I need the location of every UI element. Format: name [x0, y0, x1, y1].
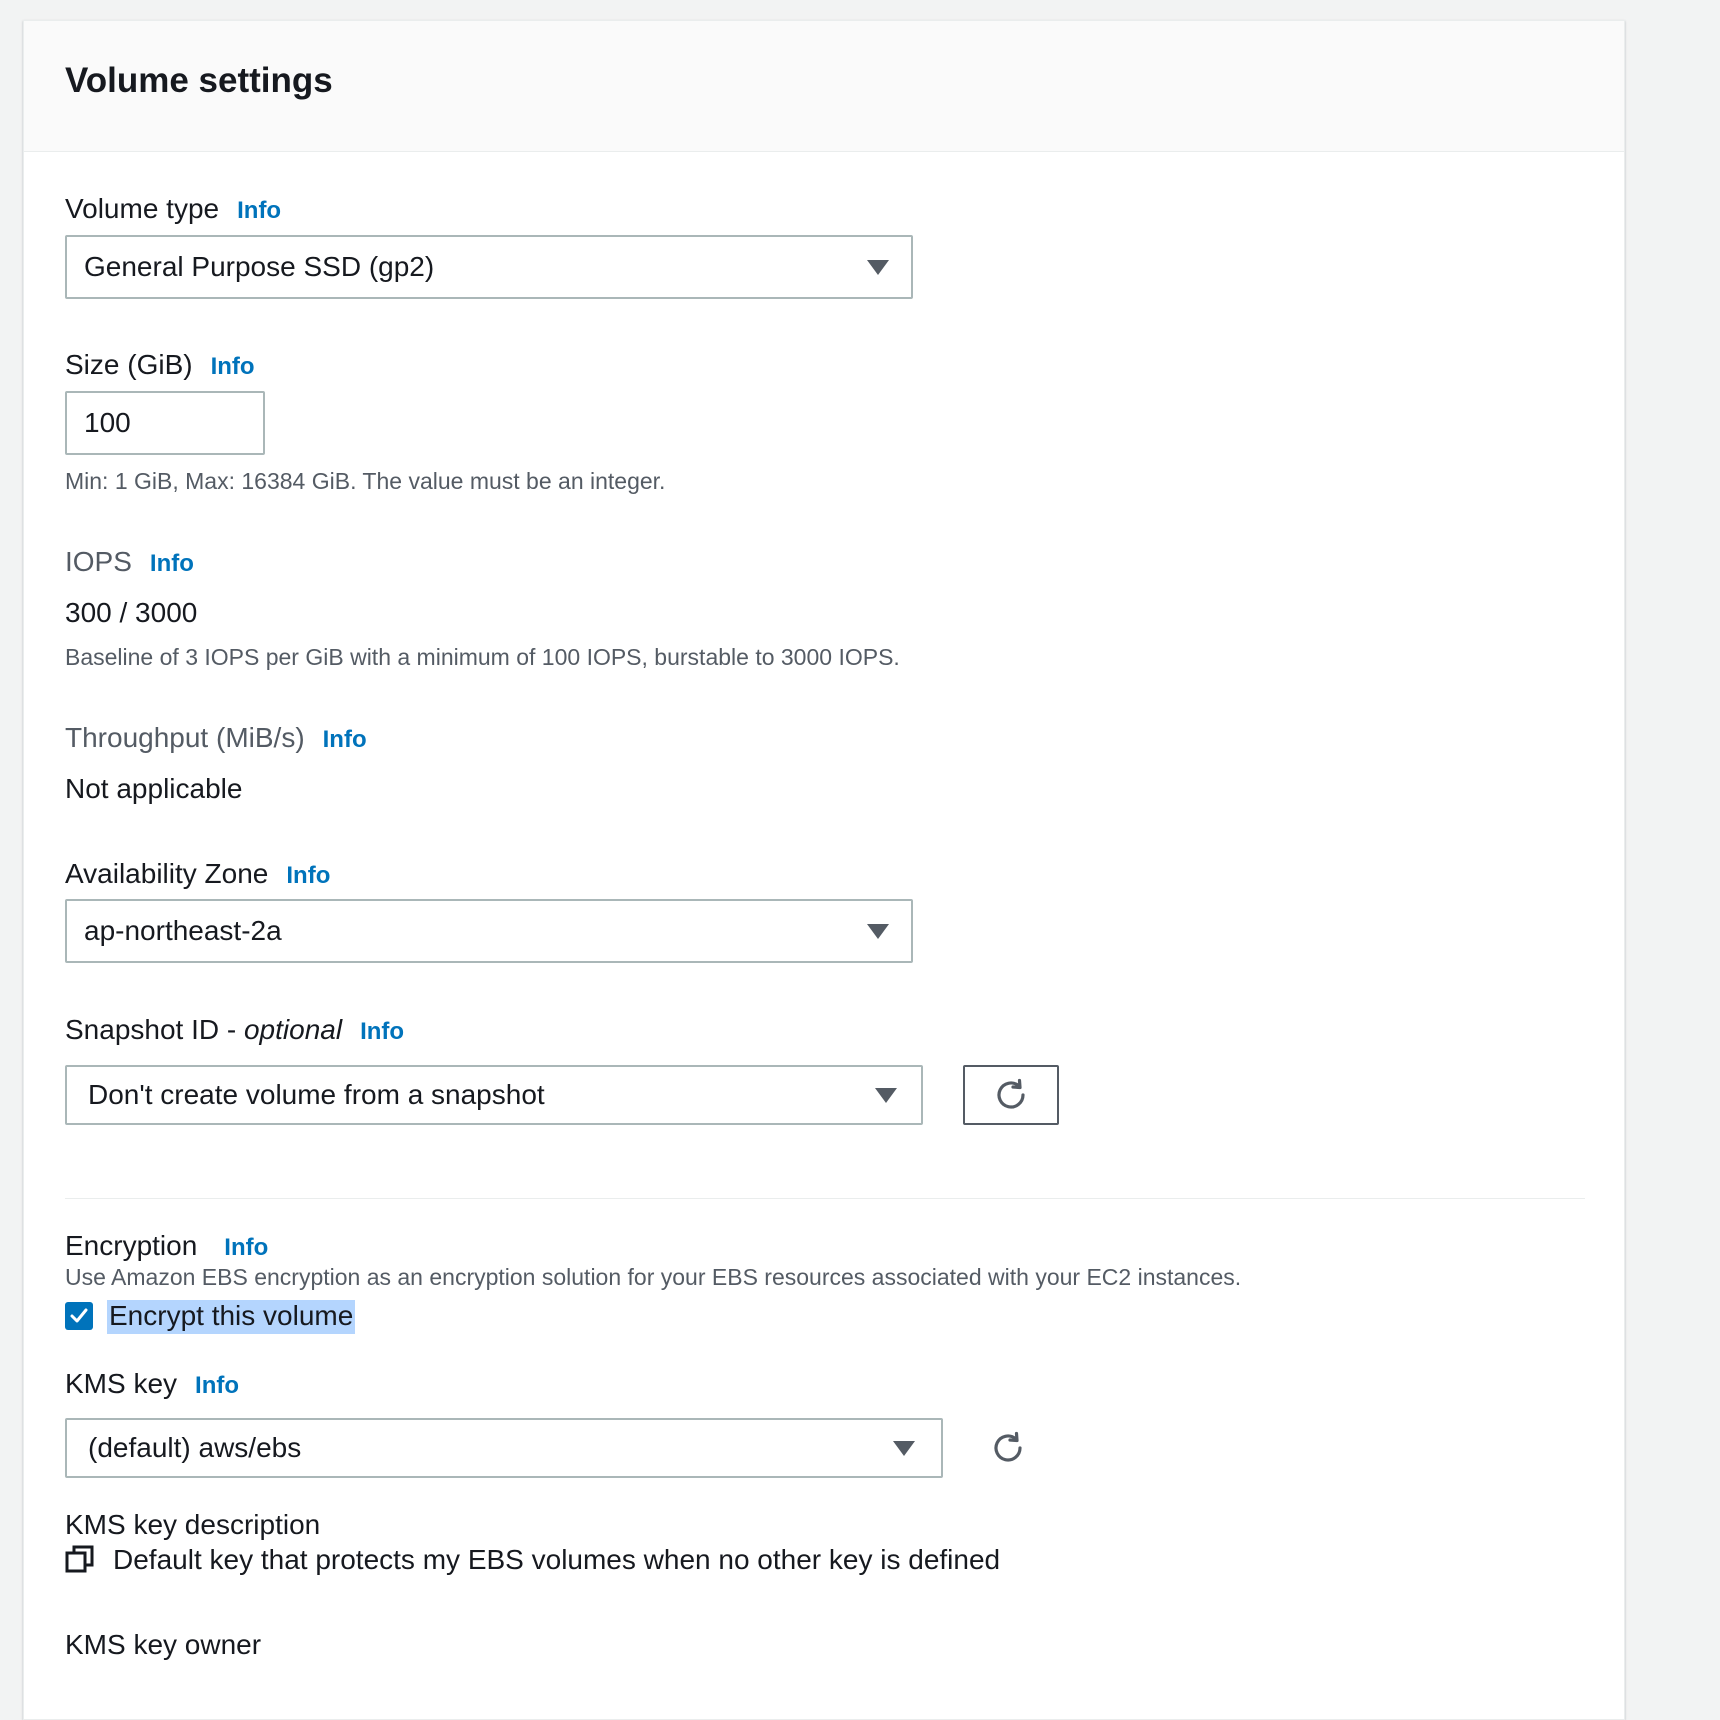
snapshot-label: Snapshot ID - optional [65, 1014, 343, 1045]
iops-field: IOPS Info [65, 548, 194, 578]
copy-icon[interactable] [65, 1544, 95, 1574]
throughput-label: Throughput (MiB/s) [65, 722, 305, 753]
kms-key-label: KMS key [65, 1368, 178, 1399]
section-divider [65, 1198, 1585, 1199]
chevron-down-icon [867, 924, 889, 939]
throughput-info-link[interactable]: Info [323, 726, 367, 753]
snapshot-select[interactable]: Don't create volume from a snapshot [65, 1065, 923, 1125]
kms-key-value: (default) aws/ebs [88, 1432, 302, 1463]
iops-info-link[interactable]: Info [150, 550, 194, 577]
kms-key-field: KMS key Info [65, 1370, 239, 1400]
chevron-down-icon [875, 1088, 897, 1103]
checkmark-icon [70, 1308, 88, 1323]
kms-key-info-link[interactable]: Info [195, 1372, 239, 1399]
refresh-icon [994, 1431, 1022, 1462]
kms-description-field: KMS key description [65, 1511, 320, 1539]
snapshot-refresh-button[interactable] [963, 1065, 1059, 1125]
snapshot-field: Snapshot ID - optional Info [65, 1016, 404, 1046]
chevron-down-icon [893, 1441, 915, 1456]
encryption-label: Encryption [65, 1230, 198, 1261]
iops-value: 300 / 3000 [65, 597, 198, 628]
availability-zone-field: Availability Zone Info [65, 860, 330, 890]
snapshot-value: Don't create volume from a snapshot [88, 1079, 545, 1110]
volume-type-select[interactable]: General Purpose SSD (gp2) [65, 235, 913, 299]
volume-type-field: Volume type Info [65, 195, 281, 225]
volume-type-info-link[interactable]: Info [237, 197, 281, 224]
iops-label: IOPS [65, 546, 132, 577]
availability-zone-label: Availability Zone [65, 858, 269, 889]
encryption-description: Use Amazon EBS encryption as an encrypti… [65, 1264, 1242, 1290]
encrypt-volume-label[interactable]: Encrypt this volume [107, 1300, 356, 1334]
size-input-value: 100 [84, 407, 131, 438]
throughput-field: Throughput (MiB/s) Info [65, 724, 367, 754]
size-input[interactable]: 100 [65, 391, 265, 455]
snapshot-info-link[interactable]: Info [360, 1018, 404, 1045]
size-label: Size (GiB) [65, 349, 193, 380]
kms-description-value: Default key that protects my EBS volumes… [113, 1544, 1001, 1575]
panel-title: Volume settings [65, 61, 333, 100]
kms-description-label: KMS key description [65, 1509, 321, 1540]
kms-owner-label: KMS key owner [65, 1629, 262, 1660]
availability-zone-value: ap-northeast-2a [84, 915, 282, 946]
kms-owner-field: KMS key owner [65, 1631, 261, 1659]
throughput-value: Not applicable [65, 773, 243, 804]
volume-settings-panel: Volume settings Volume type Info General … [23, 20, 1625, 1720]
encryption-field: Encryption Info [65, 1232, 268, 1262]
refresh-icon [997, 1078, 1025, 1109]
chevron-down-icon [867, 260, 889, 275]
encrypt-volume-checkbox[interactable] [65, 1302, 93, 1330]
size-hint: Min: 1 GiB, Max: 16384 GiB. The value mu… [65, 468, 666, 494]
availability-zone-info-link[interactable]: Info [286, 862, 330, 889]
availability-zone-select[interactable]: ap-northeast-2a [65, 899, 913, 963]
size-field: Size (GiB) Info [65, 351, 255, 381]
iops-hint: Baseline of 3 IOPS per GiB with a minimu… [65, 644, 900, 670]
size-info-link[interactable]: Info [211, 353, 255, 380]
encryption-info-link[interactable]: Info [224, 1234, 268, 1261]
panel-header: Volume settings [24, 21, 1624, 152]
kms-key-select[interactable]: (default) aws/ebs [65, 1418, 943, 1478]
volume-type-value: General Purpose SSD (gp2) [84, 251, 435, 282]
kms-key-refresh-button[interactable] [986, 1426, 1030, 1470]
volume-type-label: Volume type [65, 193, 220, 224]
